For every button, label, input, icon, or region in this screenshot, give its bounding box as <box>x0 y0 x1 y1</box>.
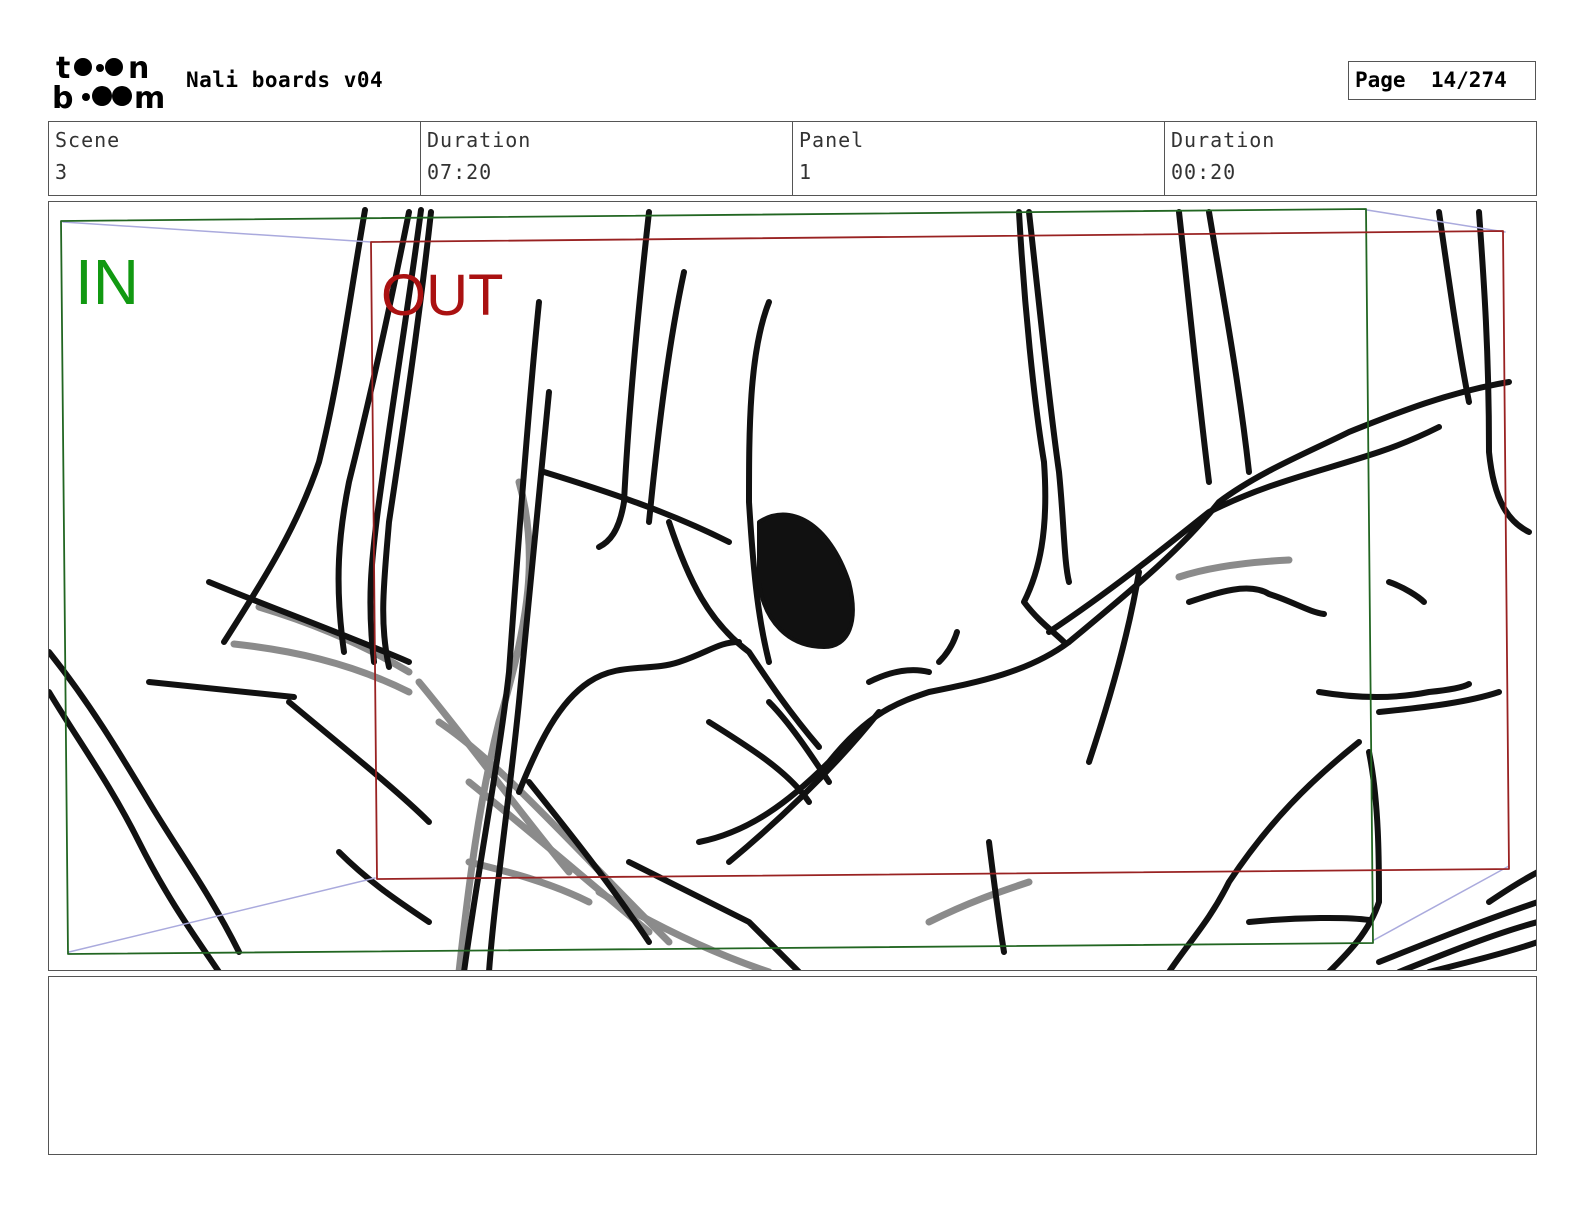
panel-label: Panel <box>799 128 865 152</box>
scene-cell: Scene 3 <box>49 122 421 195</box>
scene-duration-value: 07:20 <box>427 160 493 184</box>
panel-duration-cell: Duration 00:20 <box>1165 122 1536 195</box>
scene-value: 3 <box>55 160 69 184</box>
panel-duration-value: 00:20 <box>1171 160 1237 184</box>
page-indicator: Page 14/274 <box>1348 61 1536 100</box>
scene-duration-label: Duration <box>427 128 532 152</box>
scene-label: Scene <box>55 128 121 152</box>
page-number: 14/274 <box>1430 68 1507 92</box>
panel-info-table: Scene 3 Duration 07:20 Panel 1 Duration … <box>48 121 1537 196</box>
scene-duration-cell: Duration 07:20 <box>421 122 793 195</box>
storyboard-panel-image: IN OUT <box>48 201 1537 971</box>
panel-duration-label: Duration <box>1171 128 1276 152</box>
panel-cell: Panel 1 <box>793 122 1165 195</box>
panel-notes-box <box>48 976 1537 1155</box>
document-title: Nali boards v04 <box>186 68 384 92</box>
panel-value: 1 <box>799 160 813 184</box>
out-frame-label: OUT <box>381 263 503 328</box>
page-label: Page <box>1355 68 1406 92</box>
svg-text:b: b <box>52 81 73 112</box>
svg-text:m: m <box>134 81 165 112</box>
sketch-drawing: IN OUT <box>49 207 1536 970</box>
in-frame-label: IN <box>75 246 139 318</box>
toonboom-logo: t n b m <box>52 51 165 112</box>
